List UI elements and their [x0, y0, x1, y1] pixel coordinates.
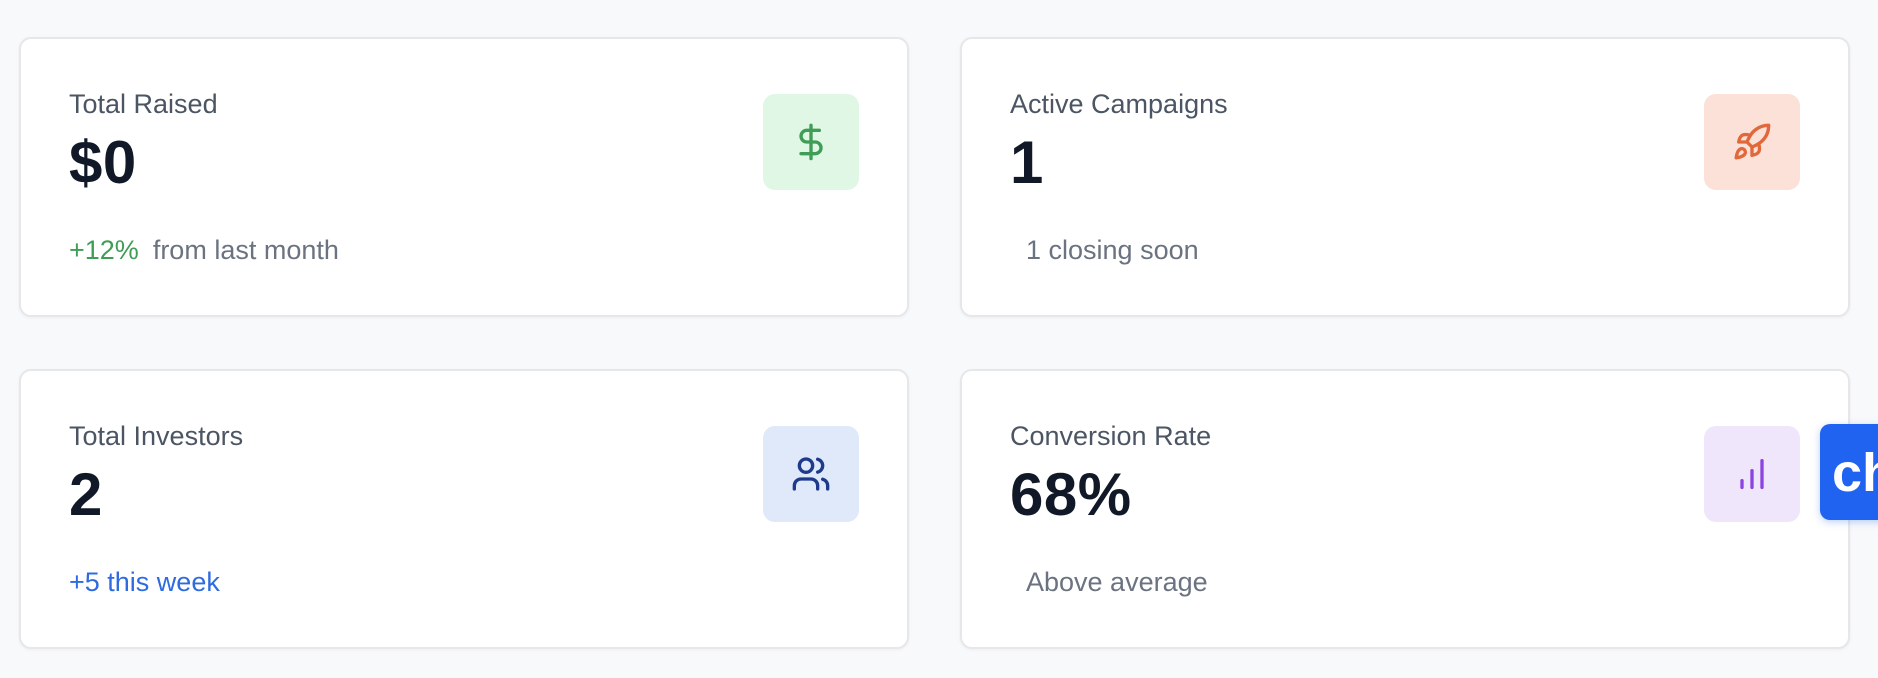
stat-delta: +12% [69, 235, 139, 265]
chat-widget-button[interactable]: ch [1820, 424, 1878, 520]
stat-value: 68% [1010, 461, 1132, 528]
dollar-icon-badge [763, 94, 859, 190]
stat-footnote: 1 closing soon [1026, 237, 1199, 264]
rocket-icon [1734, 123, 1771, 160]
stat-footnote: Above average [1026, 569, 1208, 596]
stats-dashboard: Total Raised $0 +12% from last month Acti… [0, 0, 1878, 678]
stat-note: Above average [1026, 567, 1208, 597]
stat-card-active-campaigns: Active Campaigns 1 1 closing soon [960, 37, 1850, 317]
stat-note: from last month [152, 235, 339, 265]
stat-label: Total Raised [69, 89, 218, 119]
stat-value: 2 [69, 461, 103, 528]
chat-widget-label: ch [1832, 443, 1878, 503]
stat-note: +5 this week [69, 567, 220, 597]
bar-chart-icon-badge [1704, 426, 1800, 522]
stat-card-conversion-rate: Conversion Rate 68% Above average [960, 369, 1850, 649]
stat-value: 1 [1010, 129, 1044, 196]
stat-label: Conversion Rate [1010, 421, 1212, 451]
stat-label: Total Investors [69, 421, 244, 451]
stat-card-total-investors: Total Investors 2 +5 this week [19, 369, 909, 649]
stat-label: Active Campaigns [1010, 89, 1228, 119]
rocket-icon-badge [1704, 94, 1800, 190]
stat-footnote: +5 this week [69, 569, 220, 596]
users-icon [792, 457, 830, 491]
stat-note: 1 closing soon [1026, 235, 1199, 265]
stat-card-total-raised: Total Raised $0 +12% from last month [19, 37, 909, 317]
dollar-icon [799, 123, 823, 161]
stat-footnote: +12% from last month [69, 237, 339, 264]
bar-chart-icon [1740, 459, 1764, 489]
users-icon-badge [763, 426, 859, 522]
stat-value: $0 [69, 129, 137, 196]
